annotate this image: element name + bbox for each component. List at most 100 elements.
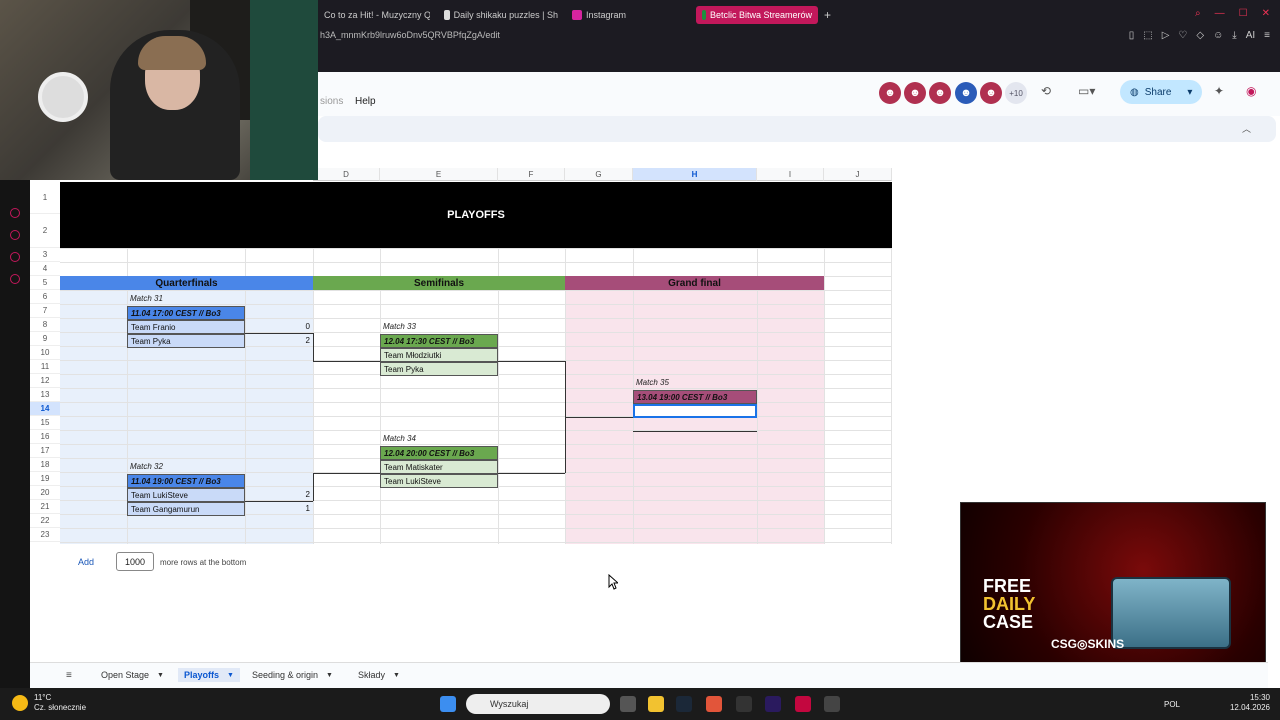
team-cell[interactable]: Team Franio [127, 320, 245, 334]
row-header[interactable]: 11 [30, 360, 60, 374]
menu-icon[interactable]: ≡ [1264, 30, 1270, 41]
row-header[interactable]: 16 [30, 430, 60, 444]
close-icon[interactable]: ✕ [1262, 8, 1270, 19]
row-header[interactable]: 2 [30, 214, 60, 248]
row-header[interactable]: 6 [30, 290, 60, 304]
heart-icon[interactable]: ♡ [1178, 30, 1187, 41]
download-icon[interactable]: ⤓ [1232, 30, 1236, 41]
row-header[interactable]: 12 [30, 374, 60, 388]
app-icon[interactable] [736, 696, 752, 712]
column-header-h[interactable]: H [633, 168, 757, 181]
match-date[interactable]: 12.04 17:30 CEST // Bo3 [380, 334, 498, 348]
row-header[interactable]: 10 [30, 346, 60, 360]
row-header[interactable]: 3 [30, 248, 60, 262]
match-date[interactable]: 11.04 17:00 CEST // Bo3 [127, 306, 245, 320]
collaborator-avatar[interactable]: ☻ [904, 82, 926, 104]
collaborator-avatar[interactable]: ☻ [879, 82, 901, 104]
row-header[interactable]: 15 [30, 416, 60, 430]
panel-icon[interactable] [10, 208, 20, 218]
column-header-i[interactable]: I [757, 168, 824, 181]
row-header[interactable]: 18 [30, 458, 60, 472]
brave-icon[interactable] [706, 696, 722, 712]
team-cell[interactable]: Team LukiSteve [380, 474, 498, 488]
column-header-g[interactable]: G [565, 168, 633, 181]
taskbar-search[interactable]: Wyszukaj [466, 694, 610, 714]
quarterfinals-header[interactable]: Quarterfinals [60, 276, 313, 290]
team-cell[interactable]: Team Młodziutki [380, 348, 498, 362]
collaborator-avatar[interactable]: ☻ [955, 82, 977, 104]
tab-shikaku[interactable]: Daily shikaku puzzles | Sh [444, 6, 558, 24]
row-header[interactable]: 22 [30, 514, 60, 528]
semifinals-header[interactable]: Semifinals [313, 276, 565, 290]
row-header[interactable]: 4 [30, 262, 60, 276]
row-header[interactable]: 23 [30, 528, 60, 542]
row-header[interactable]: 17 [30, 444, 60, 458]
panel-icon[interactable] [10, 252, 20, 262]
settings-icon[interactable] [824, 696, 840, 712]
screenshot-icon[interactable]: ⬚ [1143, 30, 1152, 41]
panel-icon[interactable] [10, 230, 20, 240]
column-header-j[interactable]: J [824, 168, 892, 181]
team-cell[interactable]: Team LukiSteve [127, 488, 245, 502]
start-icon[interactable] [440, 696, 456, 712]
playoffs-title[interactable]: PLAYOFFS [60, 182, 892, 248]
url-bar[interactable]: h3A_mnmKrb9lruw6oDnv5QRVBPfqZgA/edit [320, 30, 500, 40]
row-header[interactable]: 1 [30, 182, 60, 214]
history-icon[interactable]: ⟲ [1041, 84, 1051, 98]
row-header[interactable]: 13 [30, 388, 60, 402]
file-explorer-icon[interactable] [648, 696, 664, 712]
all-sheets-icon[interactable]: ≡ [66, 670, 72, 681]
match-date[interactable]: 12.04 20:00 CEST // Bo3 [380, 446, 498, 460]
weather-widget[interactable]: 11°C Cz. słonecznie [34, 693, 86, 713]
row-header[interactable]: 20 [30, 486, 60, 500]
meet-icon[interactable]: ▭▾ [1078, 84, 1095, 98]
row-header[interactable]: 7 [30, 304, 60, 318]
play-icon[interactable]: ▷ [1162, 30, 1170, 41]
formula-bar[interactable] [318, 116, 1276, 142]
gemini-icon[interactable]: ✦ [1214, 84, 1224, 98]
row-header[interactable]: 8 [30, 318, 60, 332]
ai-button[interactable]: AI [1246, 30, 1255, 41]
tab-muzyczny[interactable]: Co to za Hit! - Muzyczny Q [320, 6, 430, 24]
team-cell[interactable] [633, 418, 757, 432]
score-cell[interactable]: 2 [290, 336, 310, 345]
opera-icon[interactable] [795, 696, 811, 712]
row-header[interactable]: 21 [30, 500, 60, 514]
ad-overlay[interactable]: FREE DAILY CASE CSG◎SKINS [960, 502, 1266, 672]
row-header[interactable]: 9 [30, 332, 60, 346]
row-header[interactable]: 19 [30, 472, 60, 486]
sheet-tab[interactable]: Składy ▼ [352, 668, 406, 682]
menu-help[interactable]: Help [355, 96, 376, 107]
column-header-e[interactable]: E [380, 168, 498, 181]
more-collaborators[interactable]: +10 [1005, 82, 1027, 104]
rows-count-input[interactable]: 1000 [116, 552, 154, 571]
minimize-icon[interactable]: — [1215, 8, 1225, 19]
team-cell[interactable]: Team Pyka [380, 362, 498, 376]
language-indicator[interactable]: POL [1164, 700, 1180, 709]
team-cell[interactable]: Team Pyka [127, 334, 245, 348]
sheet-tab[interactable]: Playoffs ▼ [178, 668, 240, 682]
sheet-tab[interactable]: Open Stage ▼ [95, 668, 170, 682]
new-tab-button[interactable]: + [824, 6, 831, 24]
collaborator-avatar[interactable]: ☻ [929, 82, 951, 104]
score-cell[interactable]: 2 [290, 490, 310, 499]
maximize-icon[interactable]: ☐ [1239, 8, 1248, 19]
team-cell[interactable]: Team Gangamurun [127, 502, 245, 516]
match-date[interactable]: 13.04 19:00 CEST // Bo3 [633, 390, 757, 404]
team-cell[interactable]: Team Matiskater [380, 460, 498, 474]
profile-icon[interactable]: ☺ [1213, 30, 1223, 41]
sheet-tab[interactable]: Seeding & origin ▼ [246, 668, 339, 682]
match-label[interactable]: Match 34 [383, 434, 416, 443]
row-header[interactable]: 14 [30, 402, 60, 416]
match-label[interactable]: Match 32 [130, 462, 163, 471]
column-header-d[interactable]: D [313, 168, 380, 181]
extension-icon[interactable]: ◇ [1196, 30, 1204, 41]
tab-betclic[interactable]: Betclic Bitwa Streamerów [696, 6, 818, 24]
collapse-icon[interactable]: ︿ [1242, 122, 1251, 135]
score-cell[interactable]: 1 [290, 504, 310, 513]
tab-instagram[interactable]: Instagram [572, 6, 672, 24]
account-avatar[interactable]: ◉ [1246, 84, 1256, 98]
row-header[interactable]: 5 [30, 276, 60, 290]
collaborator-avatar[interactable]: ☻ [980, 82, 1002, 104]
menu-extensions[interactable]: sions [320, 96, 343, 107]
